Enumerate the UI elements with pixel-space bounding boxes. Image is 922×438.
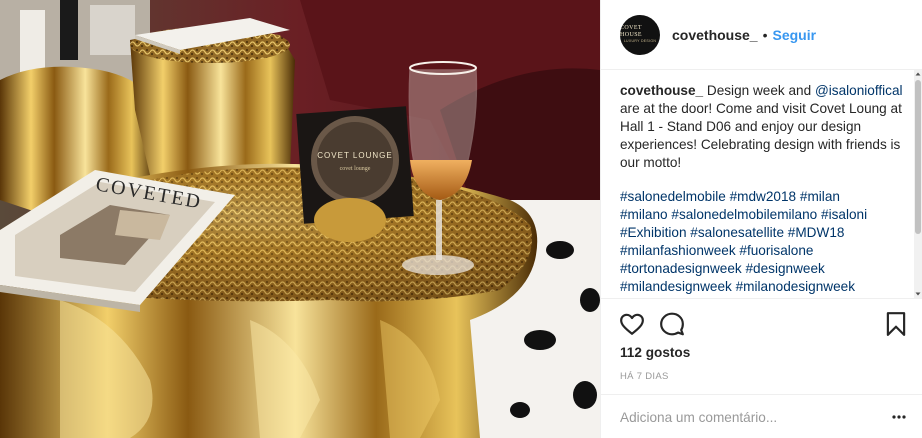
- avatar-text-sub: LUXURY DESIGN: [623, 39, 657, 43]
- photo-illustration: COVETED COVET LOUNGE covet lounge: [0, 0, 600, 438]
- caption-text-2: are at the door! Come and visit Covet Lo…: [620, 101, 902, 170]
- bookmark-icon[interactable]: [883, 311, 909, 337]
- action-bar: [601, 298, 922, 348]
- sign-subtitle: covet lounge: [340, 166, 371, 172]
- scroll-thumb[interactable]: [915, 80, 921, 234]
- avatar-text-main: COVET HOUSE: [620, 25, 643, 38]
- scroll-up-arrow-icon[interactable]: [914, 70, 922, 78]
- mention-link[interactable]: @isalonioffical: [815, 83, 903, 98]
- follow-button[interactable]: Seguir: [773, 27, 817, 43]
- hashtag-link[interactable]: #milanodesignweek: [736, 279, 855, 294]
- caption-username[interactable]: covethouse_: [620, 83, 703, 98]
- separator-dot: •: [762, 26, 768, 43]
- post-timestamp[interactable]: HÁ 7 DIAS: [620, 371, 669, 382]
- hashtag-link[interactable]: #salonesatellite: [690, 225, 784, 240]
- username-link[interactable]: covethouse_: [672, 27, 758, 43]
- sign-title: COVET LOUNGE: [317, 151, 392, 160]
- comments-scrollbar[interactable]: [914, 70, 922, 298]
- hashtag-link[interactable]: #mdw2018: [730, 189, 797, 204]
- scroll-down-arrow-icon[interactable]: [914, 290, 922, 298]
- comments-area: covethouse_ Design week and @isalonioffi…: [601, 70, 922, 298]
- post-header: COVET HOUSE LUXURY DESIGN covethouse_ • …: [601, 0, 922, 70]
- avatar[interactable]: COVET HOUSE LUXURY DESIGN: [620, 14, 660, 55]
- caption-text-1: Design week and: [703, 83, 815, 98]
- hashtag-link[interactable]: #milan: [800, 189, 840, 204]
- hashtag-link[interactable]: #isaloni: [821, 207, 867, 222]
- hashtag-link[interactable]: #designweek: [745, 261, 824, 276]
- post-photo[interactable]: COVETED COVET LOUNGE covet lounge: [0, 0, 600, 438]
- hashtag-link[interactable]: #MDW18: [788, 225, 845, 240]
- hashtag-link[interactable]: #fuorisalone: [739, 243, 813, 258]
- post-sidebar: COVET HOUSE LUXURY DESIGN covethouse_ • …: [600, 0, 922, 438]
- likes-count[interactable]: 112 gostos: [620, 345, 690, 360]
- hashtag-list: #salonedelmobile #mdw2018 #milan #milano…: [620, 188, 909, 296]
- hashtag-link[interactable]: #milanfashionweek: [620, 243, 736, 258]
- hashtag-link[interactable]: #Exhibition: [620, 225, 687, 240]
- hashtag-link[interactable]: #milandesignweek: [620, 279, 732, 294]
- hashtag-link[interactable]: #tortonadesignweek: [620, 261, 742, 276]
- add-comment-section: [601, 394, 922, 438]
- comment-input[interactable]: [620, 407, 860, 427]
- caption: covethouse_ Design week and @isalonioffi…: [620, 82, 909, 172]
- ellipsis-icon[interactable]: [891, 410, 907, 424]
- hashtag-link[interactable]: #milano: [620, 207, 668, 222]
- hashtag-link[interactable]: #salonedelmobile: [620, 189, 726, 204]
- comment-icon[interactable]: [659, 311, 685, 337]
- heart-icon[interactable]: [619, 311, 645, 337]
- hashtag-link[interactable]: #salonedelmobilemilano: [671, 207, 817, 222]
